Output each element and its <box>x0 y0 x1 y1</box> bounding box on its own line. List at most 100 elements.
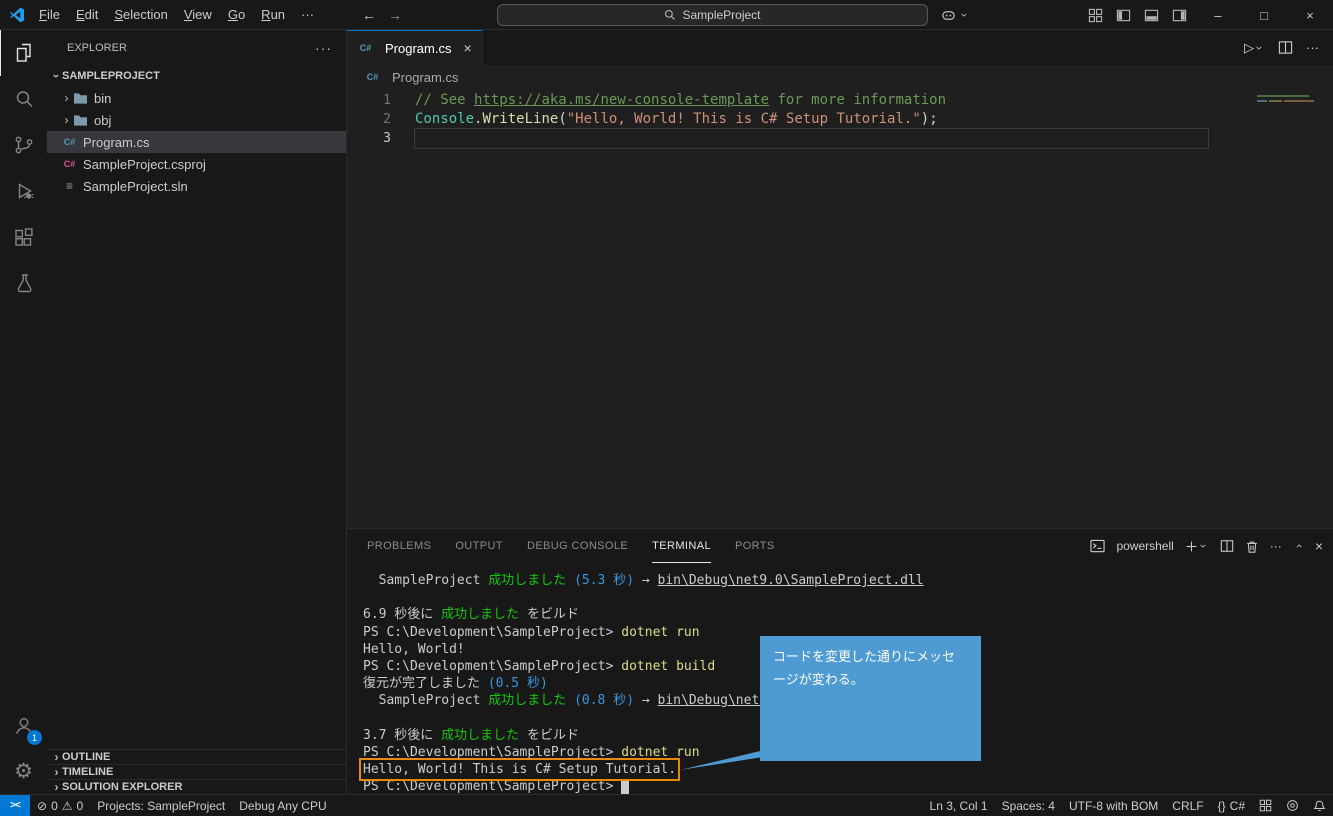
chevron-right-icon: › <box>54 765 59 779</box>
activity-testing[interactable] <box>0 260 47 306</box>
csharp-file-icon: C# <box>359 43 372 53</box>
split-editor-icon[interactable] <box>1278 40 1293 55</box>
maximize-button[interactable]: □ <box>1241 0 1287 30</box>
terminal-line: 6.9 秒後に 成功しました をビルド <box>363 606 1333 623</box>
minimap[interactable] <box>1253 92 1319 202</box>
menu-edit[interactable]: Edit <box>68 7 106 22</box>
panel-tab-ports[interactable]: PORTS <box>735 529 775 563</box>
section-timeline[interactable]: › TIMELINE <box>47 764 346 779</box>
terminal-cursor <box>621 779 630 794</box>
terminal-text: PS C:\Development\SampleProject> <box>363 658 622 674</box>
file-tree: › bin › obj C# Program.cs C# SampleProject.cspr… <box>47 87 346 749</box>
language-label: C# <box>1229 798 1245 813</box>
sidebar-title: EXPLORER <box>67 41 127 54</box>
code-line: 3 <box>347 129 1208 148</box>
code-token: Console <box>415 111 475 127</box>
status-crlf[interactable]: CRLF <box>1165 795 1210 816</box>
terminal-text: 6.9 秒後に <box>363 607 442 623</box>
code-editor[interactable]: 1 // See https://aka.ms/new-console-templ… <box>347 89 1333 528</box>
toggle-panel-icon[interactable] <box>1144 8 1159 23</box>
tree-item-obj[interactable]: › obj <box>47 109 346 131</box>
activity-search[interactable] <box>0 76 47 122</box>
terminal-text: 成功しました <box>441 607 520 623</box>
tree-item-program-cs[interactable]: C# Program.cs <box>47 131 346 153</box>
menu-go[interactable]: Go <box>220 7 253 22</box>
terminal-line: PS C:\Development\SampleProject> <box>363 778 1333 794</box>
tree-item-sampleproject-csproj[interactable]: C# SampleProject.csproj <box>47 153 346 175</box>
panel-tab-output[interactable]: OUTPUT <box>455 529 503 563</box>
shell-label[interactable]: powershell <box>1116 539 1173 553</box>
code-token: WriteLine <box>482 111 559 127</box>
menu-overflow[interactable]: ··· <box>293 7 322 22</box>
kill-terminal-icon[interactable] <box>1245 539 1259 554</box>
copilot-icon <box>941 8 956 23</box>
menu-run[interactable]: Run <box>253 7 293 22</box>
folder-icon <box>72 92 89 105</box>
terminal-line: Hello, World! This is C# Setup Tutorial. <box>358 758 1333 782</box>
menu-selection[interactable]: Selection <box>106 7 175 22</box>
remote-icon: >< <box>10 800 21 811</box>
breadcrumb[interactable]: C# Program.cs <box>347 65 1333 89</box>
problems-status[interactable]: ⊘ 0 ⚠ 0 <box>30 795 90 816</box>
status-ln-3-col-1[interactable]: Ln 3, Col 1 <box>923 795 995 816</box>
vscode-logo-icon <box>9 7 25 23</box>
remote-indicator[interactable]: >< <box>0 795 30 816</box>
terminal-link[interactable]: bin\Debug\net9.0\SampleProject.dll <box>658 573 924 588</box>
panel-more-actions-icon[interactable]: ··· <box>1270 539 1282 553</box>
tab-program-cs[interactable]: C# Program.cs × <box>347 30 483 65</box>
panel-tab-problems[interactable]: PROBLEMS <box>367 529 431 563</box>
activity-extensions[interactable] <box>0 214 47 260</box>
tree-item-sampleproject-sln[interactable]: ≡ SampleProject.sln <box>47 175 346 197</box>
new-terminal-button[interactable]: › <box>1185 539 1210 553</box>
tree-item-bin[interactable]: › bin <box>47 87 346 109</box>
status-debug-any-cpu[interactable]: Debug Any CPU <box>232 795 333 816</box>
code-token: ); <box>920 111 938 127</box>
title-bar: File Edit Selection View Go Run ··· ← → Sample… <box>0 0 1333 30</box>
close-window-button[interactable]: × <box>1287 0 1333 30</box>
activity-run-debug[interactable] <box>0 168 47 214</box>
explorer-more-actions-icon[interactable]: ··· <box>315 40 332 56</box>
section-solution-explorer[interactable]: › SOLUTION EXPLORER <box>47 779 346 794</box>
layout-status-icon[interactable] <box>1252 795 1279 816</box>
split-terminal-icon[interactable] <box>1220 539 1234 553</box>
close-tab-icon[interactable]: × <box>463 40 471 56</box>
close-panel-icon[interactable]: × <box>1315 538 1323 554</box>
code-token: for more information <box>769 92 947 108</box>
menu-file[interactable]: File <box>31 7 68 22</box>
run-button[interactable]: ▷› <box>1244 40 1267 56</box>
main-area: 1 ⚙ EXPLORER ··· › SAMPLEPROJECT › bin › ob… <box>0 30 1333 794</box>
tree-item-label: Program.cs <box>83 134 150 150</box>
editor-more-actions-icon[interactable]: ··· <box>1306 40 1319 55</box>
forward-arrow-icon[interactable]: → <box>388 7 402 23</box>
toggle-primary-sidebar-icon[interactable] <box>1116 8 1131 23</box>
project-root-row[interactable]: › SAMPLEPROJECT <box>47 65 346 87</box>
settings-button[interactable]: ⚙ <box>0 748 47 794</box>
status-spaces-4[interactable]: Spaces: 4 <box>995 795 1062 816</box>
notifications-bell[interactable] <box>1306 795 1333 816</box>
toggle-secondary-sidebar-icon[interactable] <box>1172 8 1187 23</box>
section-outline[interactable]: › OUTLINE <box>47 749 346 764</box>
panel-tab-terminal[interactable]: TERMINAL <box>652 529 711 563</box>
minimize-button[interactable]: – <box>1195 0 1241 30</box>
back-arrow-icon[interactable]: ← <box>362 7 376 23</box>
terminal-icon <box>1090 539 1106 553</box>
status-bar: >< ⊘ 0 ⚠ 0 Projects: SampleProject Debug An… <box>0 794 1333 816</box>
command-center-search[interactable]: SampleProject <box>497 4 928 26</box>
terminal-text: をビルド <box>519 727 579 743</box>
maximize-panel-icon[interactable]: › <box>1291 541 1305 552</box>
panel-tab-debug-console[interactable]: DEBUG CONSOLE <box>527 529 628 563</box>
customize-layout-icon[interactable] <box>1088 8 1103 23</box>
language-mode[interactable]: {} C# <box>1211 795 1252 816</box>
account-button[interactable]: 1 <box>0 702 47 748</box>
feedback-icon[interactable] <box>1279 795 1306 816</box>
status-projects-sampleproject[interactable]: Projects: SampleProject <box>90 795 232 816</box>
status-utf-8-with-bom[interactable]: UTF-8 with BOM <box>1062 795 1165 816</box>
activity-explorer[interactable] <box>0 30 47 76</box>
activity-source-control[interactable] <box>0 122 47 168</box>
menu-view[interactable]: View <box>176 7 220 22</box>
status-right-items: Ln 3, Col 1 Spaces: 4 UTF-8 with BOM CRLF <box>923 795 1211 816</box>
files-icon <box>13 42 35 64</box>
project-root-label: SAMPLEPROJECT <box>62 70 160 82</box>
terminal-text: をビルド <box>519 607 579 623</box>
copilot-menu[interactable]: › <box>941 5 972 25</box>
